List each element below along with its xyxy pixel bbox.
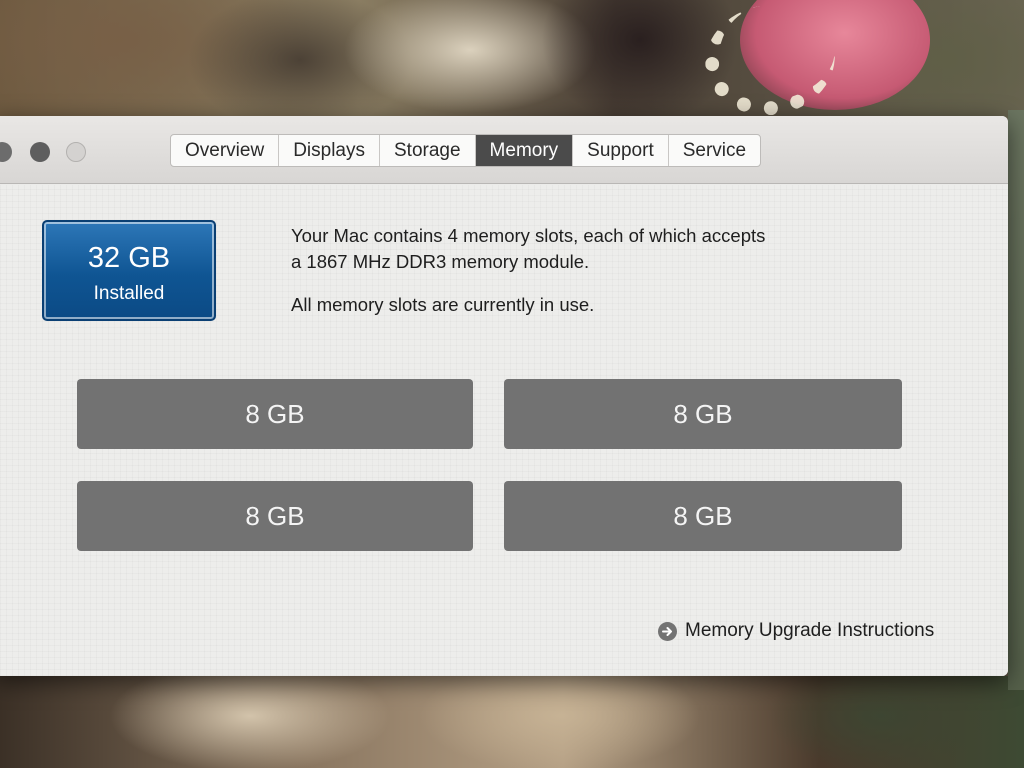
installed-memory-label: Installed: [93, 283, 165, 304]
memory-upgrade-instructions-label: Memory Upgrade Instructions: [685, 620, 935, 641]
memory-panel: 32 GB Installed Your Mac contains 4 memo…: [0, 185, 1008, 676]
memory-slot-2: 8 GB: [504, 379, 902, 449]
close-window-button[interactable]: [0, 142, 12, 162]
tab-memory[interactable]: Memory: [475, 135, 574, 166]
installed-memory-badge: 32 GB Installed: [42, 220, 216, 321]
about-this-mac-window: Overview Displays Storage Memory Support…: [0, 116, 1008, 676]
memory-description: Your Mac contains 4 memory slots, each o…: [291, 223, 891, 275]
memory-description-line2: a 1867 MHz DDR3 memory module.: [291, 251, 590, 272]
zoom-window-button[interactable]: [66, 142, 86, 162]
background-photo-bottom: [0, 676, 1024, 768]
minimize-window-button[interactable]: [30, 142, 50, 162]
tab-displays[interactable]: Displays: [279, 135, 380, 166]
tab-storage[interactable]: Storage: [380, 135, 476, 166]
tab-bar: Overview Displays Storage Memory Support…: [170, 134, 762, 167]
tab-overview[interactable]: Overview: [171, 135, 280, 166]
tab-support[interactable]: Support: [573, 135, 669, 166]
tab-service[interactable]: Service: [669, 135, 760, 166]
memory-description-line1: Your Mac contains 4 memory slots, each o…: [291, 225, 766, 246]
window-titlebar: Overview Displays Storage Memory Support…: [0, 116, 1008, 184]
memory-upgrade-instructions-link[interactable]: Memory Upgrade Instructions: [658, 620, 934, 642]
background-photo-right: [1008, 110, 1024, 690]
memory-slots-status: All memory slots are currently in use.: [291, 294, 595, 315]
arrow-circle-icon: [658, 621, 677, 641]
memory-slot-4: 8 GB: [504, 481, 902, 551]
installed-memory-size: 32 GB: [87, 242, 171, 274]
memory-slot-1: 8 GB: [77, 379, 473, 449]
memory-slot-3: 8 GB: [77, 481, 473, 551]
